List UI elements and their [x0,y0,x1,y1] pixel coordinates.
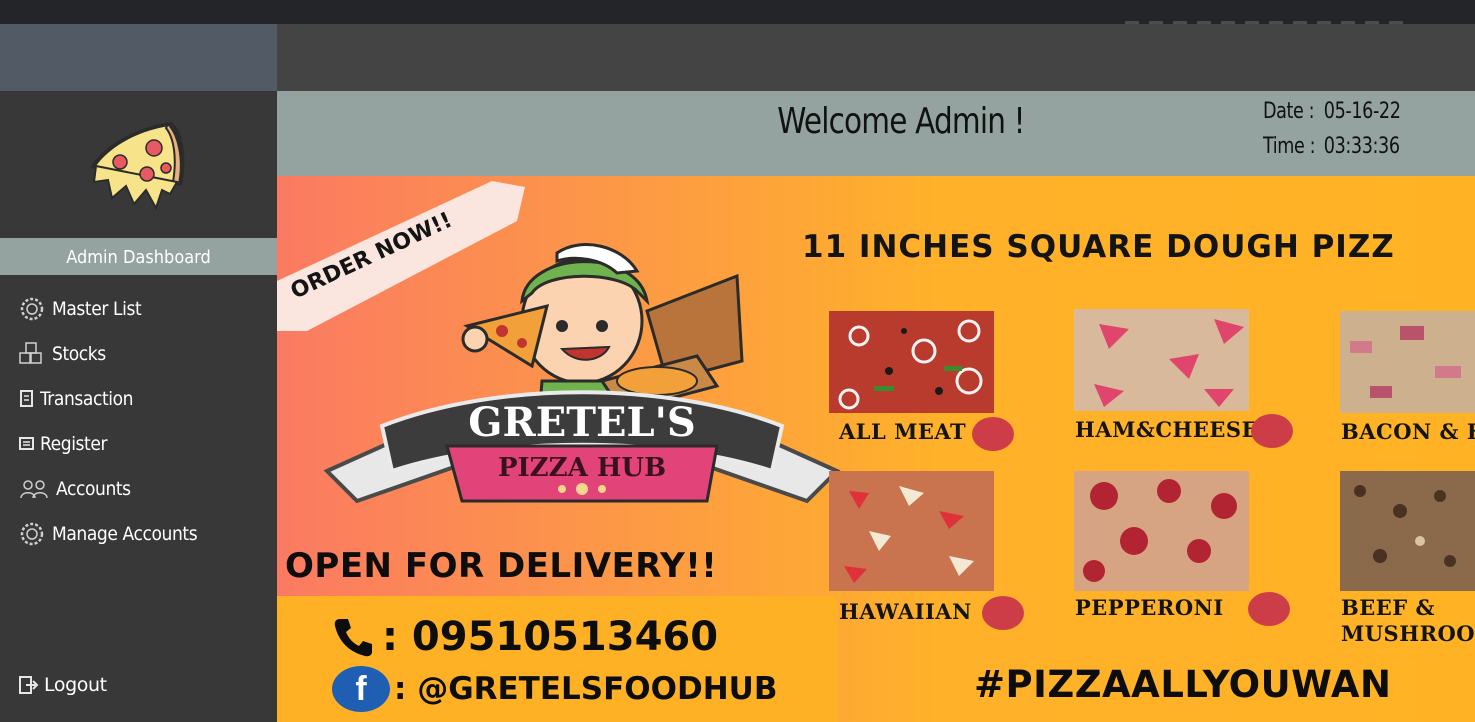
pepperoni-pizza-image [1074,471,1249,591]
bacon-ham-pizza-image [1340,311,1475,413]
sidebar-item-label: Master List [52,297,142,320]
logout-icon [19,676,39,694]
main-header [277,24,1475,91]
pizza-label-all-meat: ALL MEAT [839,419,967,444]
sidebar-item-accounts[interactable]: Accounts [0,466,277,511]
all-meat-pizza-image [829,311,994,413]
phone-number: : 09510513460 [382,614,719,660]
pizza-label-beef: BEEF & [1341,595,1435,620]
sidebar-item-manage-accounts[interactable]: Manage Accounts [0,511,277,556]
date-display: Date : 05-16-22 [1263,99,1401,124]
price-badge [972,417,1014,451]
hawaiian-pizza-image [829,471,994,591]
pizza-label-hawaiian: HAWAIIAN [839,599,972,624]
dashboard-title: Admin Dashboard [0,238,277,275]
phone-line: : 09510513460 [332,614,718,660]
sidebar-item-stocks[interactable]: Stocks [0,331,277,376]
menu-heading: 11 INCHES SQUARE DOUGH PIZZ [802,229,1395,265]
logout-label: Logout [44,674,107,696]
sidebar-item-label: Stocks [52,342,106,365]
sidebar-item-label: Register [40,432,108,455]
sidebar-item-master-list[interactable]: Master List [0,286,277,331]
sidebar-item-label: Transaction [40,387,134,410]
price-badge [982,596,1024,630]
pizza-hub-logo: GRETEL'S PIZZA HUB [323,243,841,504]
facebook-icon: f [332,666,390,712]
price-badge [1251,414,1293,448]
price-badge [1248,592,1290,626]
date-label: Date : [1263,99,1315,124]
pizza-label-bacon-ham: BACON & H [1341,419,1475,444]
time-label: Time : [1263,134,1316,159]
sidebar-item-register[interactable]: Register [0,421,277,466]
brand-name-text: GRETEL'S [468,399,695,446]
sidebar-item-transaction[interactable]: Transaction [0,376,277,421]
phone-icon [334,619,372,657]
pizza-slice-logo [90,122,185,211]
date-value: 05-16-22 [1323,99,1401,124]
pizza-label-ham-cheese: HAM&CHEESE [1075,417,1259,442]
boxes-icon [18,341,46,367]
welcome-bar: Welcome Admin ! Date : 05-16-22 Time : 03:… [277,91,1475,176]
receipt-icon [18,386,36,412]
promo-banner: ORDER NOW!! GRETEL'S PIZZA HUB 11 INCHES… [277,176,1475,722]
ham-cheese-pizza-image [1074,309,1249,411]
pizza-label-pepperoni: PEPPERONI [1075,595,1224,620]
sidebar-item-label: Manage Accounts [52,522,198,545]
hashtag-text: #PIZZAALLYOUWAN [974,663,1392,706]
welcome-message: Welcome Admin ! [777,101,1025,142]
titlebar-icons [1115,10,1445,25]
beef-mushroom-pizza-image [1340,471,1475,591]
users-icon [18,476,50,502]
gear-icon [18,296,46,322]
sidebar: Admin Dashboard Master List Stocks Trans… [0,91,277,722]
facebook-line: f : @GRETELSFOODHUB [332,666,777,712]
gear-icon [18,521,46,547]
logout-button[interactable]: Logout [18,674,107,696]
facebook-handle: : @GRETELSFOODHUB [394,671,778,707]
register-icon [18,431,36,457]
pizza-label-mushroom: MUSHROO [1341,621,1475,646]
window-titlebar [0,0,1475,25]
sidebar-nav: Master List Stocks Transaction Register … [0,286,277,556]
time-display: Time : 03:33:36 [1263,134,1400,159]
brand-sub-text: PIZZA HUB [498,453,666,483]
sidebar-header [0,24,277,91]
sidebar-item-label: Accounts [56,477,131,500]
time-value: 03:33:36 [1323,134,1400,159]
open-for-delivery-text: OPEN FOR DELIVERY!! [285,546,718,586]
